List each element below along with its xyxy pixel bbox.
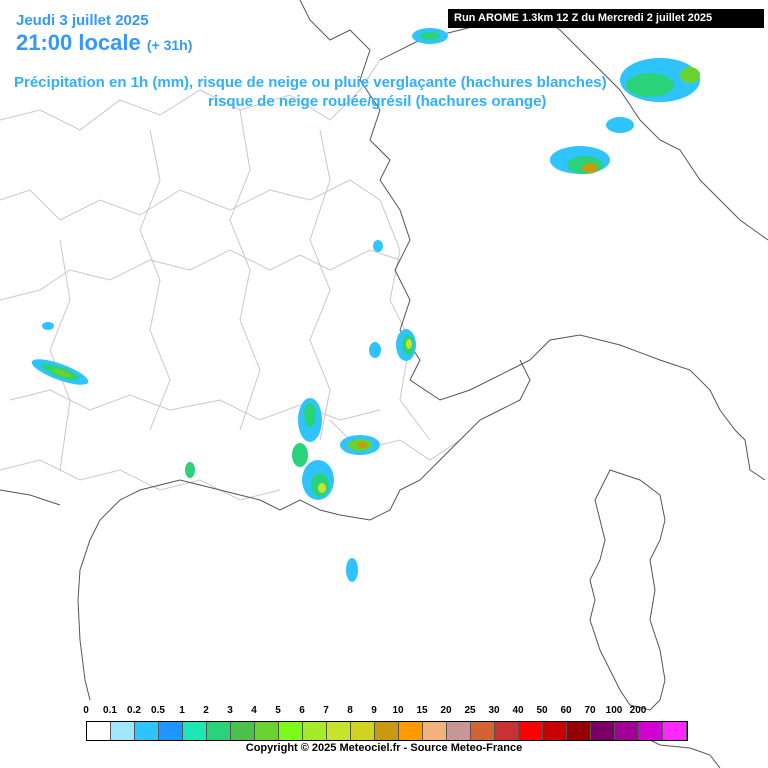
precip-cell-southwest: [31, 322, 89, 385]
legend-swatch: [159, 722, 183, 740]
legend-swatch: [207, 722, 231, 740]
legend-swatch: [327, 722, 351, 740]
legend-label: 2: [203, 705, 209, 716]
legend-label: 50: [536, 705, 548, 716]
run-info: Run AROME 1.3km 12 Z du Mercredi 2 juill…: [448, 9, 764, 28]
legend-swatch: [399, 722, 423, 740]
precip-cell-east: [369, 240, 416, 361]
legend-label: 30: [488, 705, 500, 716]
legend-swatch: [255, 722, 279, 740]
legend-label: 60: [560, 705, 572, 716]
legend-label: 15: [416, 705, 428, 716]
forecast-date: Jeudi 3 juillet 2025: [16, 12, 149, 29]
legend-label: 0.5: [151, 705, 165, 716]
legend-swatch: [591, 722, 615, 740]
legend-swatch: [183, 722, 207, 740]
legend-label: 4: [251, 705, 257, 716]
legend-label: 200: [629, 705, 647, 716]
legend-label: 20: [440, 705, 452, 716]
legend-label: 3: [227, 705, 233, 716]
legend-swatch: [447, 722, 471, 740]
legend-swatch: [375, 722, 399, 740]
description-line1: Précipitation en 1h (mm), risque de neig…: [14, 74, 607, 91]
legend-swatch: [495, 722, 519, 740]
legend-label: 100: [605, 705, 623, 716]
legend-swatch: [519, 722, 543, 740]
copyright: Copyright © 2025 Meteociel.fr - Source M…: [245, 742, 523, 754]
legend-swatch: [303, 722, 327, 740]
legend-labels: 0 0.1 0.2 0.5 1 2 3 4 5 6 7 8 9 10 15 20 25 30 40 50 60 70 100…: [83, 705, 686, 719]
coastlines: [0, 0, 768, 768]
legend-swatch: [231, 722, 255, 740]
legend-label: 9: [371, 705, 377, 716]
forecast-offset: (+ 31h): [146, 37, 193, 53]
legend-swatch: [615, 722, 639, 740]
legend-swatch: [279, 722, 303, 740]
region-borders: [0, 59, 461, 501]
legend-swatch: [471, 722, 495, 740]
legend-label: 5: [275, 705, 281, 716]
legend-label: 0.2: [127, 705, 141, 716]
legend-label: 40: [512, 705, 524, 716]
forecast-time: 21:00 locale (+ 31h): [16, 30, 192, 56]
legend-swatch: [663, 722, 687, 740]
legend-label: 70: [584, 705, 596, 716]
legend-label: 1: [179, 705, 185, 716]
legend-swatch: [111, 722, 135, 740]
legend-label: 6: [299, 705, 305, 716]
precipitation-legend: 0 0.1 0.2 0.5 1 2 3 4 5 6 7 8 9 10 15 20 25 30 40 50 60 70 100…: [83, 705, 688, 741]
legend-swatch: [543, 722, 567, 740]
legend-label: 10: [392, 705, 404, 716]
legend-label: 25: [464, 705, 476, 716]
legend-label: 7: [323, 705, 329, 716]
legend-swatch: [135, 722, 159, 740]
precipitation-map: [0, 0, 768, 768]
legend-label: 0.1: [103, 705, 117, 716]
description-line2: risque de neige roulée/grésil (hachures …: [208, 93, 547, 110]
legend-swatch: [567, 722, 591, 740]
forecast-time-label: 21:00 locale: [16, 30, 141, 55]
legend-swatch: [423, 722, 447, 740]
precipitation-cells: [31, 28, 700, 582]
legend-swatch: [87, 722, 111, 740]
legend-swatch: [639, 722, 663, 740]
legend-swatches: [86, 721, 688, 741]
legend-label: 8: [347, 705, 353, 716]
legend-label: 0: [83, 705, 89, 716]
legend-swatch: [351, 722, 375, 740]
